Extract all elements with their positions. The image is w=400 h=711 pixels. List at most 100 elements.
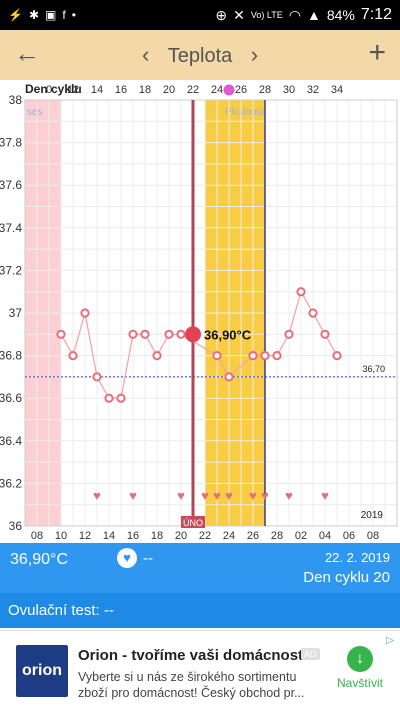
temperature-point[interactable] [224,372,234,382]
clock: 7:12 [360,6,392,23]
y-tick-label: 36.6 [0,391,22,405]
temperature-point[interactable] [80,308,90,318]
cycle-tick-label: 12 [67,84,79,96]
heart-value: -- [143,550,153,567]
cycle-tick-label: 34 [331,84,343,96]
temperature-point[interactable] [308,308,318,318]
cycle-tick-label: 18 [139,84,151,96]
temperature-point[interactable] [320,329,330,339]
toolbar: ← ‹ Teplota › + [0,30,400,80]
temperature-point[interactable] [272,351,282,361]
date-tick-label: 12 [79,530,91,542]
temperature-point[interactable] [128,329,138,339]
heart-icon: ♥ [285,488,293,503]
heart-icon: ♥ [177,488,185,503]
network-label: Vo) LTE [250,10,283,20]
date-tick-label: 20 [175,530,187,542]
heart-icon: ♥ [201,488,209,503]
selected-badge-label: ÚNO [183,518,203,528]
cycle-tick-label: 28 [259,84,271,96]
cycle-tick-label: 0 [46,84,52,96]
y-tick-label: 36 [9,519,23,533]
mute-icon: ✕ [233,6,245,23]
temperature-point[interactable] [92,372,102,382]
date-tick-label: 06 [343,530,355,542]
date-tick-label: 04 [319,530,331,542]
battery-label: 84% [326,7,355,23]
more-icon: • [71,8,76,22]
ad-title[interactable]: Orion - tvoříme vaši domácnost [78,647,303,664]
date-tick-label: 16 [127,530,139,542]
selected-temperature: 36,90°C [10,551,68,568]
y-tick-label: 37.2 [0,263,22,277]
y-tick-label: 37.4 [0,221,22,235]
y-tick-label: 37 [9,306,23,320]
temperature-point[interactable] [260,351,270,361]
cycle-tick-label: 32 [307,84,319,96]
cycle-tick-label: 26 [235,84,247,96]
ovulation-test-row[interactable]: Ovulační test: -- [0,593,400,628]
title-navigator: ‹ Teplota › [0,42,400,68]
temperature-point[interactable] [212,351,222,361]
temperature-point[interactable] [104,393,114,403]
chart-svg[interactable]: ses Plodnost 38 37.8 37.6 37.4 37.2 37 36.8 36.6 3… [0,80,400,543]
heart-icon: ♥ [225,488,233,503]
ad-choices-icon[interactable]: ▷ [386,635,394,646]
date-tick-label: 28 [271,530,283,542]
heart-icon: ♥ [93,488,101,503]
usb-icon: ⚡ [8,8,23,22]
cycle-tick-label: 20 [163,84,175,96]
heart-icon: ♥ [249,488,257,503]
heart-icon[interactable]: ♥ [117,548,137,568]
add-icon[interactable]: + [368,36,386,70]
year-label: 2019 [361,510,384,521]
temperature-point[interactable] [116,393,126,403]
visit-button[interactable]: ↓ Navštívit [330,646,390,690]
advertiser-logo[interactable]: orion [16,645,68,697]
temperature-point[interactable] [68,351,78,361]
temperature-point[interactable] [164,329,174,339]
temperature-point[interactable] [332,351,342,361]
coverline-label: 36,70 [362,364,385,374]
temperature-point[interactable] [56,329,66,339]
temperature-chart[interactable]: ses Plodnost 38 37.8 37.6 37.4 37.2 37 36.8 36.6 3… [0,80,400,543]
temperature-point[interactable] [176,329,186,339]
temperature-point[interactable] [152,351,162,361]
temperature-point[interactable] [296,287,306,297]
data-saver-icon: ⊕ [215,6,228,23]
visit-button-label: Navštívit [336,676,383,690]
y-tick-label: 36.8 [0,349,22,363]
status-bar: ⚡ ✱ ▣ f • ⊕ ✕ Vo) LTE ◠ ▲ 84% 7:12 [0,0,400,30]
date-tick-label: 08 [31,530,43,542]
temperature-point[interactable] [284,329,294,339]
selected-point[interactable] [185,326,201,343]
ovulation-icon [223,84,235,96]
cycle-tick-label: 24 [211,84,223,96]
y-tick-label: 36.4 [0,434,22,448]
download-arrow-icon: ↓ [347,646,373,672]
cycle-tick-label: 30 [283,84,295,96]
cycle-tick-label: 16 [115,84,127,96]
wifi-icon: ◠ [288,6,301,23]
cycle-tick-label: 14 [91,84,103,96]
date-tick-label: 14 [103,530,115,542]
cycle-day: Den cyklu 20 [303,569,390,586]
y-tick-label: 37.6 [0,178,22,192]
ad-banner[interactable]: ▷ orion Orion - tvoříme vaši domácnost A… [0,630,400,711]
temperature-point[interactable] [140,329,150,339]
heart-icon: ♥ [129,488,137,503]
date-tick-label: 22 [199,530,211,542]
selected-date: 22. 2. 2019 [324,550,390,565]
heart-icon: ♥ [261,488,269,503]
ad-badge: AD [301,648,320,660]
facebook-icon: f [62,8,66,22]
notification-icons: ⚡ ✱ ▣ f • [8,8,76,22]
ad-text[interactable]: Vyberte si u nás ze širokého sortimentu … [78,669,323,701]
temperature-point[interactable] [248,351,258,361]
date-tick-label: 18 [151,530,163,542]
heart-icon: ♥ [321,488,329,503]
next-chevron-icon[interactable]: › [237,42,272,68]
selected-point-label: 36,90°C [204,327,252,342]
page-title: Teplota [167,45,233,67]
previous-chevron-icon[interactable]: ‹ [128,42,163,68]
